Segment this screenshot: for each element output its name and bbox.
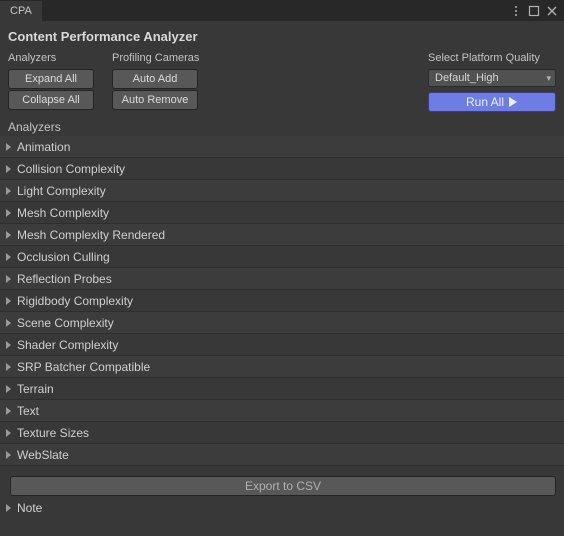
cameras-column-label: Profiling Cameras — [112, 50, 212, 68]
analyzer-row-label: SRP Batcher Compatible — [17, 360, 150, 374]
export-csv-button[interactable]: Export to CSV — [10, 476, 556, 496]
analyzer-row[interactable]: Shader Complexity — [0, 334, 564, 356]
foldout-arrow-icon — [6, 319, 11, 327]
note-label: Note — [17, 501, 42, 515]
close-icon[interactable] — [546, 5, 558, 17]
foldout-arrow-icon — [6, 253, 11, 261]
foldout-arrow-icon — [6, 143, 11, 151]
analyzers-column-label: Analyzers — [8, 50, 104, 68]
window-controls — [510, 0, 564, 21]
run-all-button[interactable]: Run All — [428, 92, 556, 112]
analyzer-row-label: Animation — [17, 140, 70, 154]
analyzer-row-label: Reflection Probes — [17, 272, 112, 286]
foldout-arrow-icon — [6, 451, 11, 459]
analyzer-row[interactable]: Collision Complexity — [0, 158, 564, 180]
analyzer-row-label: WebSlate — [17, 448, 69, 462]
foldout-arrow-icon — [6, 275, 11, 283]
analyzer-row-label: Text — [17, 404, 39, 418]
analyzer-row-label: Mesh Complexity Rendered — [17, 228, 165, 242]
kebab-menu-icon[interactable] — [510, 5, 522, 17]
expand-all-button[interactable]: Expand All — [8, 69, 94, 89]
foldout-arrow-icon — [6, 187, 11, 195]
chevron-down-icon: ▾ — [546, 73, 551, 84]
foldout-arrow-icon — [6, 231, 11, 239]
foldout-arrow-icon — [6, 363, 11, 371]
analyzer-row-label: Scene Complexity — [17, 316, 114, 330]
analyzer-row-label: Occlusion Culling — [17, 250, 110, 264]
foldout-arrow-icon — [6, 407, 11, 415]
platform-quality-dropdown[interactable]: Default_High ▾ — [428, 69, 556, 87]
foldout-arrow-icon — [6, 429, 11, 437]
analyzer-row[interactable]: Rigidbody Complexity — [0, 290, 564, 312]
foldout-arrow-icon — [6, 504, 11, 512]
page-title: Content Performance Analyzer — [0, 21, 564, 48]
analyzer-row[interactable]: WebSlate — [0, 444, 564, 466]
window-tab[interactable]: CPA — [0, 1, 42, 21]
foldout-arrow-icon — [6, 385, 11, 393]
auto-remove-button[interactable]: Auto Remove — [112, 90, 198, 110]
foldout-arrow-icon — [6, 165, 11, 173]
title-bar: CPA — [0, 0, 564, 21]
window-tab-label: CPA — [10, 5, 32, 17]
analyzer-row[interactable]: Animation — [0, 136, 564, 158]
maximize-icon[interactable] — [528, 5, 540, 17]
foldout-arrow-icon — [6, 209, 11, 217]
analyzer-row[interactable]: Terrain — [0, 378, 564, 400]
analyzers-list: Animation Collision Complexity Light Compl… — [0, 136, 564, 466]
analyzer-row[interactable]: SRP Batcher Compatible — [0, 356, 564, 378]
analyzer-row-label: Rigidbody Complexity — [17, 294, 133, 308]
platform-quality-selected: Default_High — [435, 72, 499, 84]
analyzer-row-label: Mesh Complexity — [17, 206, 109, 220]
analyzer-row[interactable]: Reflection Probes — [0, 268, 564, 290]
analyzer-row-label: Terrain — [17, 382, 54, 396]
foldout-arrow-icon — [6, 341, 11, 349]
controls-row: Analyzers Expand All Collapse All Profil… — [0, 48, 564, 112]
analyzer-row[interactable]: Mesh Complexity Rendered — [0, 224, 564, 246]
analyzer-row[interactable]: Texture Sizes — [0, 422, 564, 444]
analyzer-row-label: Collision Complexity — [17, 162, 125, 176]
analyzer-row[interactable]: Mesh Complexity — [0, 202, 564, 224]
analyzers-list-header: Analyzers — [0, 112, 564, 136]
analyzer-row-label: Shader Complexity — [17, 338, 118, 352]
run-all-label: Run All — [466, 95, 504, 109]
foldout-arrow-icon — [6, 297, 11, 305]
analyzer-row[interactable]: Scene Complexity — [0, 312, 564, 334]
analyzer-row[interactable]: Light Complexity — [0, 180, 564, 202]
platform-column-label: Select Platform Quality — [428, 50, 540, 68]
collapse-all-button[interactable]: Collapse All — [8, 90, 94, 110]
analyzer-row[interactable]: Occlusion Culling — [0, 246, 564, 268]
analyzer-row-label: Texture Sizes — [17, 426, 89, 440]
analyzer-row-label: Light Complexity — [17, 184, 106, 198]
play-icon — [508, 97, 518, 107]
analyzer-row[interactable]: Text — [0, 400, 564, 422]
auto-add-button[interactable]: Auto Add — [112, 69, 198, 89]
note-foldout[interactable]: Note — [0, 497, 564, 519]
